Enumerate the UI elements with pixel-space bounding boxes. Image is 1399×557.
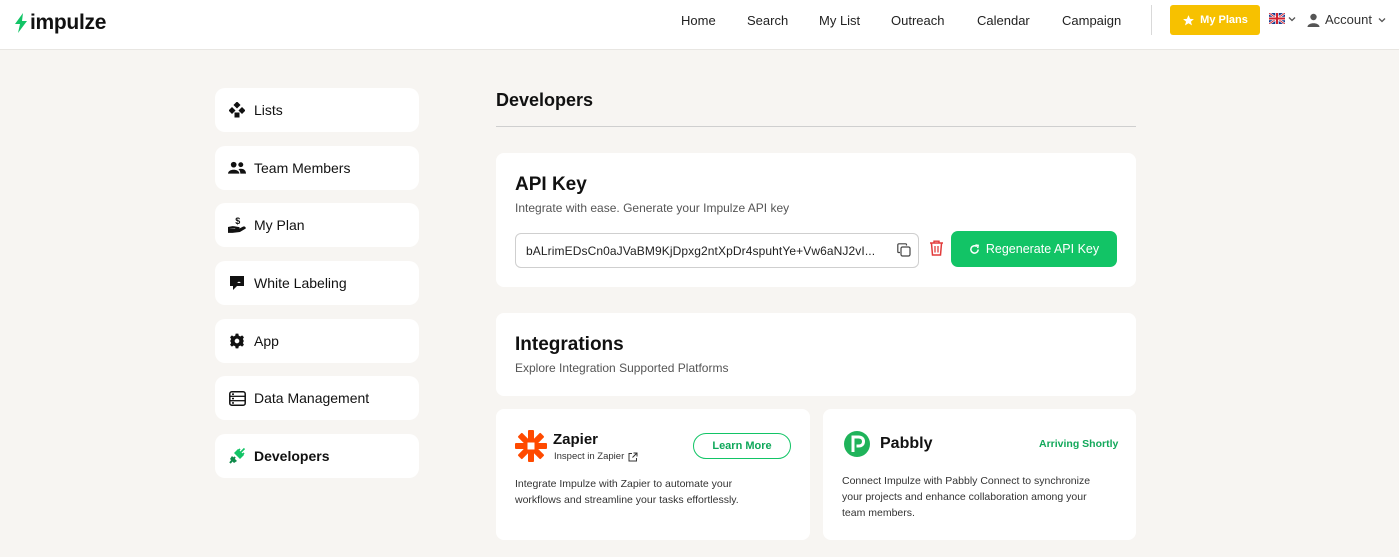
api-key-subtitle: Integrate with ease. Generate your Impul… [515, 201, 790, 215]
bolt-icon [15, 13, 27, 33]
brand-name: impulze [30, 11, 107, 34]
account-menu[interactable]: Account [1307, 12, 1387, 27]
api-key-field[interactable]: bALrimEDsCn0aJVaBM9KjDpxg2ntXpDr4spuhtYe… [515, 233, 919, 268]
pabbly-desc-line: Connect Impulze with Pabbly Connect to s… [842, 475, 1091, 487]
database-icon [228, 389, 246, 407]
api-key-title: API Key [515, 174, 587, 195]
star-icon [1183, 14, 1195, 25]
nav-home[interactable]: Home [681, 13, 716, 28]
hand-dollar-icon: $ [228, 216, 246, 234]
integrations-subtitle: Explore Integration Supported Platforms [515, 361, 729, 375]
nav-outreach[interactable]: Outreach [891, 13, 944, 28]
zapier-logo-icon [515, 430, 547, 462]
title-divider [496, 126, 1136, 127]
user-icon [1307, 13, 1320, 27]
sidebar-item-label: My Plan [254, 217, 305, 233]
pabbly-name: Pabbly [880, 435, 933, 452]
arriving-shortly-badge: Arriving Shortly [1039, 438, 1119, 450]
sidebar-item-label: Team Members [254, 160, 351, 176]
nav-search[interactable]: Search [747, 13, 788, 28]
my-plans-label: My Plans [1200, 14, 1248, 26]
chevron-down-icon [1378, 17, 1386, 22]
refresh-icon [970, 243, 979, 254]
pabbly-logo-icon [844, 431, 870, 457]
nav-campaign[interactable]: Campaign [1062, 13, 1121, 28]
sidebar-item-label: Lists [254, 102, 283, 118]
users-icon [228, 159, 246, 177]
account-label: Account [1325, 12, 1372, 27]
my-plans-button[interactable]: My Plans [1170, 5, 1260, 35]
page-title: Developers [496, 90, 594, 110]
uk-flag-icon[interactable] [1269, 13, 1285, 24]
zapier-description: Integrate Impulze with Zapier to automat… [515, 476, 739, 508]
lists-icon [228, 101, 246, 119]
trash-icon[interactable] [929, 240, 944, 256]
chevron-down-icon[interactable] [1287, 14, 1297, 24]
sidebar-item-label: White Labeling [254, 275, 347, 291]
sidebar-item-data-management[interactable]: Data Management [215, 376, 419, 420]
pabbly-desc-line: your projects and enhance collaboration … [842, 491, 1087, 503]
sidebar-item-app[interactable]: App [215, 319, 419, 363]
nav-calendar[interactable]: Calendar [977, 13, 1030, 28]
zapier-desc-line: workflows and streamline your tasks effo… [515, 494, 739, 506]
sidebar-item-developers[interactable]: Developers [215, 434, 419, 478]
sidebar-item-team-members[interactable]: Team Members [215, 146, 419, 190]
nav-divider [1151, 5, 1152, 35]
sidebar-item-label: Developers [254, 448, 330, 464]
inspect-label: Inspect in Zapier [554, 451, 625, 462]
sidebar-item-label: Data Management [254, 390, 370, 406]
sidebar-item-lists[interactable]: Lists [215, 88, 419, 132]
regenerate-api-key-button[interactable]: Regenerate API Key [951, 231, 1117, 267]
zapier-name: Zapier [553, 431, 599, 448]
sidebar-item-my-plan[interactable]: $ My Plan [215, 203, 419, 247]
regenerate-label: Regenerate API Key [985, 242, 1100, 256]
pabbly-desc-line: team members. [842, 507, 915, 519]
sidebar-item-white-labeling[interactable]: White Labeling [215, 261, 419, 305]
gear-icon [228, 332, 246, 350]
brand-logo[interactable]: impulze [14, 11, 106, 35]
zapier-card [496, 409, 810, 540]
tag-icon [228, 274, 246, 292]
sidebar-item-label: App [254, 333, 279, 349]
learn-more-button[interactable]: Learn More [693, 433, 791, 459]
api-key-value: bALrimEDsCn0aJVaBM9KjDpxg2ntXpDr4spuhtYe… [526, 243, 876, 258]
pabbly-description: Connect Impulze with Pabbly Connect to s… [842, 473, 1090, 521]
zapier-desc-line: Integrate Impulze with Zapier to automat… [515, 478, 733, 490]
svg-text:$: $ [235, 216, 240, 226]
nav-my-list[interactable]: My List [819, 13, 860, 28]
plug-icon [228, 447, 246, 465]
external-link-icon [628, 452, 638, 461]
copy-icon[interactable] [897, 243, 911, 257]
inspect-in-zapier-link[interactable]: Inspect in Zapier [554, 451, 638, 462]
top-navbar: impulze Home Search My List Outreach Cal… [0, 0, 1399, 50]
integrations-title: Integrations [515, 334, 624, 355]
